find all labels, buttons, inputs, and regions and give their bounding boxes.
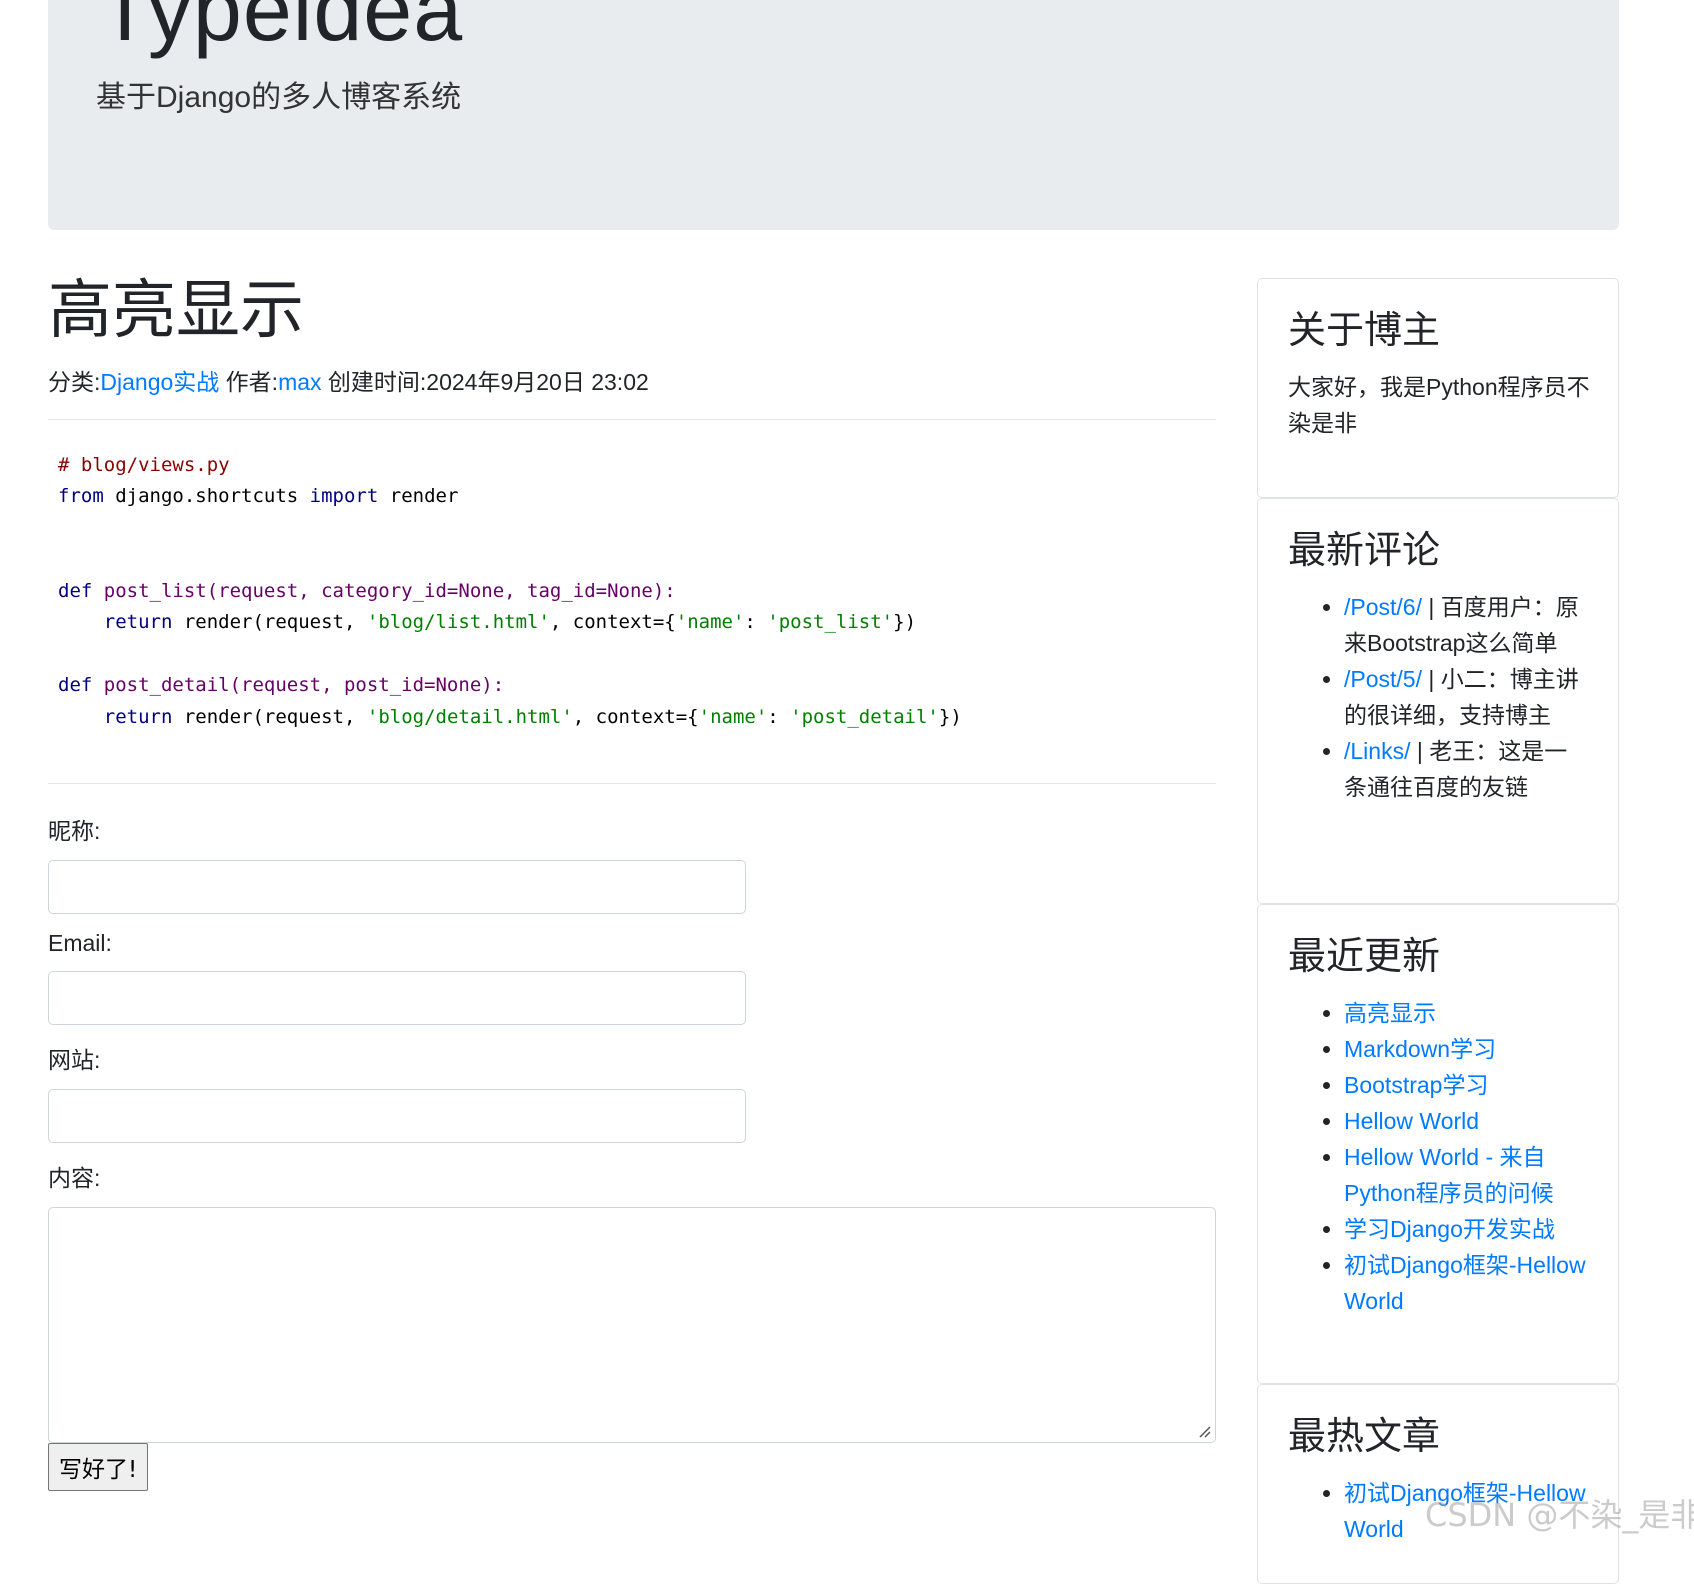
recent-list: 高亮显示 Markdown学习 Bootstrap学习 Hellow World… bbox=[1288, 995, 1590, 1319]
nickname-label: 昵称: bbox=[48, 818, 101, 845]
code-string: 'name' bbox=[675, 611, 745, 634]
list-item: Bootstrap学习 bbox=[1344, 1067, 1590, 1103]
code-keyword: from bbox=[58, 485, 104, 508]
list-item: 初试Django框架-Hellow World bbox=[1344, 1247, 1590, 1319]
code-signature: post_list(request, category_id=None, tag… bbox=[92, 579, 676, 602]
divider bbox=[48, 783, 1216, 785]
site-subtitle: 基于Django的多人博客系统 bbox=[96, 81, 462, 114]
about-text: 大家好，我是Python程序员不染是非 bbox=[1288, 373, 1590, 436]
website-label: 网站: bbox=[48, 1047, 101, 1074]
site-brand[interactable]: Typeidea bbox=[98, 0, 463, 54]
email-input[interactable] bbox=[48, 971, 746, 1026]
code-comment: # blog/views.py bbox=[58, 453, 230, 476]
content-label: 内容: bbox=[48, 1165, 101, 1192]
website-input[interactable] bbox=[48, 1089, 746, 1144]
recent-updates-card: 最近更新 高亮显示 Markdown学习 Bootstrap学习 Hellow … bbox=[1257, 904, 1619, 1384]
list-item: Hellow World bbox=[1344, 1103, 1590, 1139]
code-keyword: return bbox=[103, 705, 173, 728]
code-text: django.shortcuts bbox=[103, 485, 310, 508]
author-label: 作者: bbox=[225, 368, 279, 395]
comment-item: /Post/5/ | 小二：博主讲的很详细，支持博主 bbox=[1344, 661, 1590, 733]
resize-grip-icon[interactable] bbox=[1197, 1424, 1211, 1438]
content-textarea[interactable] bbox=[48, 1207, 1216, 1444]
about-card: 关于博主 大家好，我是Python程序员不染是非 bbox=[1257, 278, 1619, 498]
category-label: 分类: bbox=[48, 368, 101, 395]
comment-link[interactable]: /Post/5/ bbox=[1344, 666, 1422, 692]
main-column: 高亮显示 分类:Django实战 作者:max 创建时间:2024年9月20日 … bbox=[48, 272, 1216, 1492]
list-item: Markdown学习 bbox=[1344, 1031, 1590, 1067]
created-time: 2024年9月20日 23:02 bbox=[426, 368, 649, 395]
comment-link[interactable]: /Links/ bbox=[1344, 738, 1410, 764]
divider bbox=[48, 418, 1216, 420]
code-signature: post_detail(request, post_id=None): bbox=[92, 674, 505, 697]
latest-comments-card: 最新评论 /Post/6/ | 百度用户：原来Bootstrap这么简单 /Po… bbox=[1257, 498, 1619, 904]
latest-comments-title: 最新评论 bbox=[1288, 530, 1441, 572]
code-text: }) bbox=[938, 705, 962, 728]
category-link[interactable]: Django实战 bbox=[100, 369, 219, 395]
code-string: 'name' bbox=[698, 705, 768, 728]
email-label: Email: bbox=[48, 930, 112, 957]
recent-post-link[interactable]: Bootstrap学习 bbox=[1344, 1072, 1488, 1098]
recent-post-link[interactable]: 初试Django框架-Hellow World bbox=[1344, 1252, 1586, 1314]
submit-button[interactable]: 写好了! bbox=[48, 1443, 149, 1492]
site-header: Typeidea 基于Django的多人博客系统 bbox=[48, 0, 1619, 230]
list-item: 高亮显示 bbox=[1344, 995, 1590, 1031]
code-string: 'blog/detail.html' bbox=[366, 705, 573, 728]
code-text: , context={ bbox=[549, 611, 676, 634]
code-text: , context={ bbox=[572, 705, 699, 728]
recent-post-link[interactable]: 高亮显示 bbox=[1344, 1000, 1436, 1026]
comment-item: /Post/6/ | 百度用户：原来Bootstrap这么简单 bbox=[1344, 589, 1590, 661]
post-meta: 分类:Django实战 作者:max 创建时间:2024年9月20日 23:02 bbox=[48, 363, 1216, 397]
comment-list: /Post/6/ | 百度用户：原来Bootstrap这么简单 /Post/5/… bbox=[1288, 589, 1590, 805]
watermark: CSDN @不染_是非 bbox=[1425, 1496, 1694, 1534]
post-title: 高亮显示 bbox=[48, 274, 304, 346]
sidebar: 关于博主 大家好，我是Python程序员不染是非 最新评论 /Post/6/ |… bbox=[1257, 278, 1619, 1584]
code-text: render(request, bbox=[172, 611, 367, 634]
hot-posts-title: 最热文章 bbox=[1288, 1416, 1441, 1458]
recent-updates-title: 最近更新 bbox=[1288, 936, 1441, 978]
code-text: render bbox=[378, 485, 459, 508]
recent-post-link[interactable]: Hellow World - 来自Python程序员的问候 bbox=[1344, 1144, 1554, 1206]
comment-form: 昵称: Email: 网站: 内容: 写好了! bbox=[48, 812, 1216, 1492]
code-keyword: return bbox=[103, 611, 173, 634]
hot-posts-card: 最热文章 初试Django框架-Hellow World bbox=[1257, 1384, 1619, 1584]
code-block: # blog/views.py from django.shortcuts im… bbox=[58, 450, 1216, 734]
nickname-input[interactable] bbox=[48, 860, 746, 915]
code-string: 'post_list' bbox=[767, 611, 894, 634]
code-text: : bbox=[767, 705, 791, 728]
comment-link[interactable]: /Post/6/ bbox=[1344, 594, 1422, 620]
code-text: : bbox=[744, 611, 768, 634]
recent-post-link[interactable]: Hellow World bbox=[1344, 1108, 1479, 1134]
code-keyword: def bbox=[58, 579, 93, 602]
code-keyword: import bbox=[309, 485, 379, 508]
comment-item: /Links/ | 老王：这是一条通往百度的友链 bbox=[1344, 733, 1590, 805]
author-link[interactable]: max bbox=[278, 369, 321, 395]
code-keyword: def bbox=[58, 674, 93, 697]
code-text: }) bbox=[893, 611, 917, 634]
list-item: 学习Django开发实战 bbox=[1344, 1211, 1590, 1247]
recent-post-link[interactable]: Markdown学习 bbox=[1344, 1036, 1496, 1062]
about-title: 关于博主 bbox=[1288, 310, 1441, 352]
code-string: 'post_detail' bbox=[790, 705, 939, 728]
list-item: Hellow World - 来自Python程序员的问候 bbox=[1344, 1139, 1590, 1211]
code-text: render(request, bbox=[172, 705, 367, 728]
recent-post-link[interactable]: 学习Django开发实战 bbox=[1344, 1216, 1555, 1242]
code-string: 'blog/list.html' bbox=[366, 611, 550, 634]
created-label: 创建时间: bbox=[327, 368, 427, 395]
